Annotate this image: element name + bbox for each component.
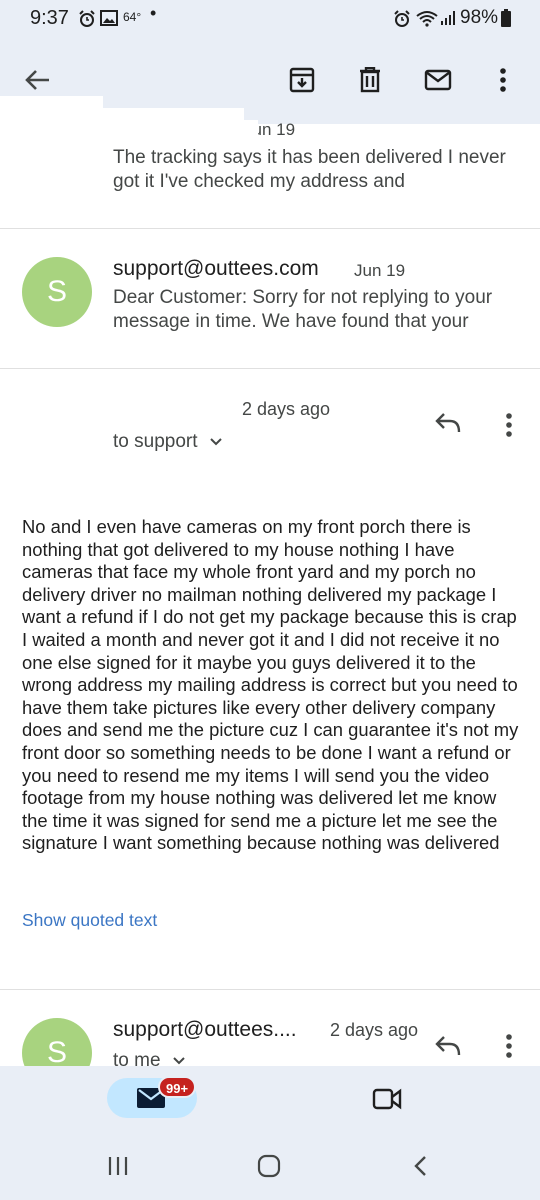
gallery-icon xyxy=(100,10,118,32)
bottom-navigation: 99+ xyxy=(0,1066,540,1130)
redaction-block xyxy=(244,120,258,142)
unread-badge: 99+ xyxy=(158,1076,197,1098)
message-collapsed-2[interactable]: S support@outtees.com Jun 19 Dear Custom… xyxy=(0,229,540,368)
sender-email: support@outtees.com xyxy=(113,257,319,280)
more-options-icon[interactable] xyxy=(483,60,523,100)
reply-icon[interactable] xyxy=(434,411,462,440)
status-time: 9:37 xyxy=(30,7,69,29)
message-collapsed-4[interactable]: S support@outtees.... 2 days ago to me xyxy=(0,990,540,1066)
delete-icon[interactable] xyxy=(350,60,390,100)
alarm-icon-right xyxy=(393,10,411,34)
message-snippet: The tracking says it has been delivered … xyxy=(113,147,506,192)
back-nav-icon[interactable] xyxy=(412,1155,428,1182)
alarm-icon xyxy=(78,10,96,34)
recipient-dropdown[interactable]: to me xyxy=(113,1050,186,1066)
recipient-label: to me xyxy=(113,1050,161,1066)
archive-icon[interactable] xyxy=(282,60,322,100)
chevron-down-icon xyxy=(173,1057,185,1065)
status-bar: 9:37 64° • 98% xyxy=(0,0,540,38)
message-date: Jun 19 xyxy=(354,261,406,280)
recipient-label: to support xyxy=(113,431,198,452)
message-more-icon[interactable] xyxy=(505,1033,513,1064)
notification-dot-icon: • xyxy=(150,3,157,23)
battery-percent: 98% xyxy=(460,7,499,28)
message-date: 2 days ago xyxy=(242,399,331,419)
sender-email: support@outtees.... xyxy=(113,1018,297,1041)
avatar: S xyxy=(22,257,92,327)
message-snippet: Dear Customer: Sorry for not replying to… xyxy=(113,287,493,332)
message-collapsed-1[interactable]: Jun 19 The tracking says it has been del… xyxy=(0,120,540,228)
recent-apps-icon[interactable] xyxy=(107,1156,129,1181)
message-date: 2 days ago xyxy=(330,1020,419,1040)
message-body: No and I even have cameras on my front p… xyxy=(22,516,519,854)
video-camera-icon xyxy=(372,1088,402,1110)
home-icon[interactable] xyxy=(257,1154,281,1183)
show-quoted-text-link[interactable]: Show quoted text xyxy=(22,910,157,931)
back-arrow-icon[interactable] xyxy=(18,60,58,100)
mark-unread-icon[interactable] xyxy=(418,60,458,100)
recipient-dropdown[interactable]: to support xyxy=(113,431,223,453)
battery-icon xyxy=(500,9,512,33)
temperature: 64° xyxy=(123,10,142,24)
reply-icon[interactable] xyxy=(434,1034,462,1063)
avatar: S xyxy=(22,1018,92,1066)
message-more-icon[interactable] xyxy=(505,412,513,443)
system-navigation-bar xyxy=(0,1130,540,1200)
chevron-down-icon xyxy=(210,438,222,446)
wifi-icon xyxy=(416,10,438,33)
meet-tab[interactable] xyxy=(372,1088,402,1115)
signal-icon xyxy=(440,10,456,32)
